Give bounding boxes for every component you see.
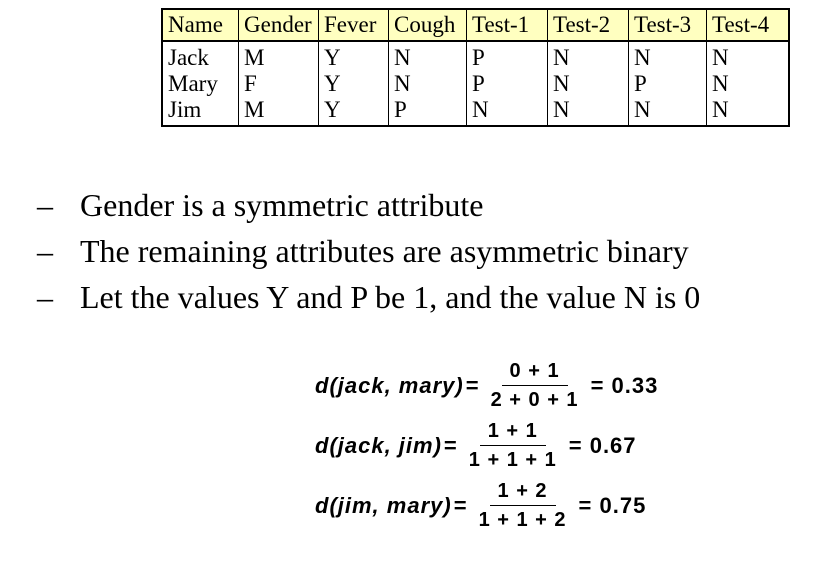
cell: N — [628, 97, 707, 126]
cell: Jack — [161, 41, 239, 71]
denominator: 2 + 0 + 1 — [490, 389, 579, 411]
numerator: 1 + 1 — [479, 420, 546, 446]
fraction: 1 + 1 1 + 1 + 1 — [461, 420, 565, 472]
column-header-test-2: Test-2 — [547, 8, 629, 42]
cell: N — [547, 71, 629, 97]
column-header-gender: Gender — [238, 8, 319, 42]
equals-sign: = — [465, 373, 479, 398]
numerator: 0 + 1 — [501, 360, 568, 386]
cell: N — [547, 97, 629, 126]
formula-lhs: d(jack, jim) — [315, 433, 442, 458]
formula-lhs: d(jim, mary) — [315, 493, 452, 518]
formula-row: d(jim, mary) = 1 + 2 1 + 1 + 2 = 0.75 — [315, 480, 646, 532]
patient-attributes-table: Name Gender Fever Cough Test-1 Test-2 Te… — [161, 8, 790, 127]
column-header-name: Name — [161, 8, 239, 42]
table-row: Jack M Y N P N N N — [161, 41, 790, 71]
cell: Jim — [161, 97, 239, 126]
cell: Y — [318, 71, 389, 97]
equals-sign: = — [453, 493, 467, 518]
cell: P — [466, 41, 548, 71]
table-row: Mary F Y N P N P N — [161, 71, 790, 97]
cell: N — [628, 41, 707, 71]
formula-result: = 0.75 — [578, 493, 647, 518]
cell: N — [547, 41, 629, 71]
bullet-text: Gender is a symmetric attribute — [80, 187, 484, 223]
cell: P — [466, 71, 548, 97]
cell: Y — [318, 41, 389, 71]
cell: N — [706, 71, 790, 97]
bullet-text: The remaining attributes are asymmetric … — [80, 233, 689, 269]
cell: N — [388, 41, 467, 71]
formula-result: = 0.67 — [568, 433, 637, 458]
column-header-cough: Cough — [388, 8, 467, 42]
cell: M — [238, 41, 319, 71]
cell: Y — [318, 97, 389, 126]
numerator: 1 + 2 — [489, 480, 556, 506]
dash-bullet-icon: – — [37, 279, 53, 315]
cell: N — [466, 97, 548, 126]
cell: P — [628, 71, 707, 97]
cell: N — [388, 71, 467, 97]
table-row: Jim M Y P N N N N — [161, 97, 790, 126]
dash-bullet-icon: – — [37, 233, 53, 269]
cell: Mary — [161, 71, 239, 97]
bullet-text: Let the values Y and P be 1, and the val… — [80, 279, 701, 315]
table-header-row: Name Gender Fever Cough Test-1 Test-2 Te… — [161, 8, 790, 42]
dash-bullet-icon: – — [37, 187, 53, 223]
denominator: 1 + 1 + 1 — [468, 449, 557, 471]
cell: P — [388, 97, 467, 126]
column-header-test-1: Test-1 — [466, 8, 548, 42]
denominator: 1 + 1 + 2 — [478, 509, 567, 531]
column-header-fever: Fever — [318, 8, 389, 42]
formula-result: = 0.33 — [590, 373, 659, 398]
formula-row: d(jack, mary) = 0 + 1 2 + 0 + 1 = 0.33 — [315, 360, 658, 412]
formula-row: d(jack, jim) = 1 + 1 1 + 1 + 1 = 0.67 — [315, 420, 637, 472]
cell: N — [706, 97, 790, 126]
equals-sign: = — [443, 433, 457, 458]
cell: N — [706, 41, 790, 71]
cell: F — [238, 71, 319, 97]
fraction: 0 + 1 2 + 0 + 1 — [483, 360, 587, 412]
column-header-test-3: Test-3 — [628, 8, 707, 42]
cell: M — [238, 97, 319, 126]
column-header-test-4: Test-4 — [706, 8, 790, 42]
formula-lhs: d(jack, mary) — [315, 373, 464, 398]
fraction: 1 + 2 1 + 1 + 2 — [471, 480, 575, 532]
